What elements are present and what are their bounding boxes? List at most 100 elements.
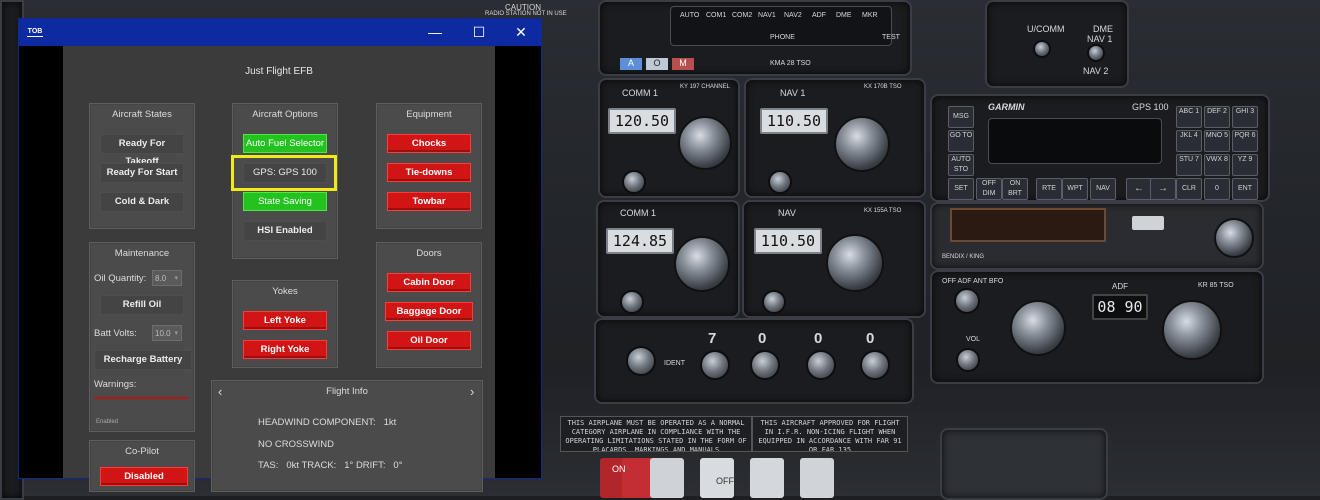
gps-key-ghi3[interactable]: GHI 3 [1232,106,1258,128]
audio-panel: A O M KMA 28 TSO PHONE TEST AUTO COM1 CO… [598,0,912,76]
maximize-button[interactable]: ☐ [457,19,501,46]
chocks-button[interactable]: Chocks [387,134,471,153]
kr-label: KR 85 TSO [1198,282,1234,289]
gps-key-msg[interactable]: MSG [948,106,974,128]
ready-for-start-button[interactable]: Ready For Start [100,163,184,183]
state-saving-toggle[interactable]: State Saving [243,192,327,211]
comm1-tuning-knob[interactable] [678,116,732,170]
gps-key-goto[interactable]: GO TO [948,130,974,152]
gps-key-nav[interactable]: NAV [1090,178,1116,200]
cabin-door-button[interactable]: Cabin Door [387,273,471,292]
auto-fuel-selector-toggle[interactable]: Auto Fuel Selector [243,134,327,153]
audio-key-nav1[interactable]: NAV1 [758,12,776,19]
yokes-group: Yokes Left Yoke Right Yoke [232,280,338,368]
aircraft-states-title: Aircraft States [112,109,172,120]
warnings-status-small: Enabled [96,419,119,425]
right-yoke-button[interactable]: Right Yoke [243,340,327,359]
adf-right-tuning-knob[interactable] [1162,300,1222,360]
audio-model: KMA 28 TSO [770,60,811,67]
gps-key-off-dim[interactable]: OFF DIM [976,178,1002,200]
white-switch-4[interactable] [800,458,834,498]
close-button[interactable]: ✕ [499,19,543,46]
gps-key-mno5[interactable]: MNO 5 [1204,130,1230,152]
minimize-button[interactable]: — [413,19,457,46]
hsi-enabled-toggle[interactable]: HSI Enabled [243,221,327,241]
audio-key-adf[interactable]: ADF [812,12,826,19]
nav2-tuning-knob[interactable] [826,234,884,292]
gps-key-stu7[interactable]: STU 7 [1176,154,1202,176]
white-switch-1[interactable] [650,458,684,498]
recharge-battery-button[interactable]: Recharge Battery [94,350,192,370]
audio-key-mkr[interactable]: MKR [862,12,878,19]
audio-key-dme[interactable]: DME [836,12,852,19]
kx-label: KX 170B TSO [864,84,902,90]
adf-volume-knob[interactable] [956,348,980,372]
flight-info-prev-arrow[interactable]: ‹ [218,384,222,399]
gps-key-vwx8[interactable]: VWX 8 [1204,154,1230,176]
batt-volts-value: 10.0 [155,329,171,338]
comm2-tuning-knob[interactable] [674,236,730,292]
comm1-volume-knob[interactable] [622,170,646,194]
adf-label: ADF [1112,282,1128,291]
dme-selector-knob[interactable] [1087,44,1105,62]
copilot-disabled-button[interactable]: Disabled [100,467,188,486]
gps-key-yz9[interactable]: YZ 9 [1232,154,1258,176]
towbar-button[interactable]: Towbar [387,192,471,211]
batt-volts-select[interactable]: 10.0 ▾ [152,325,182,341]
nav1-volume-knob[interactable] [768,170,792,194]
audio-key-com1[interactable]: COM1 [706,12,726,19]
refill-oil-button[interactable]: Refill Oil [100,295,184,315]
gps-key-clr[interactable]: CLR [1176,178,1202,200]
gps-key-set[interactable]: SET [948,178,974,200]
tie-downs-button[interactable]: Tie-downs [387,163,471,182]
squawk-knob-2[interactable] [750,350,780,380]
squawk-knob-1[interactable] [700,350,730,380]
white-switch-3[interactable] [750,458,784,498]
gps-key-right-arrow[interactable]: → [1150,178,1176,200]
oil-door-button[interactable]: Oil Door [387,331,471,350]
dme-rotary-knob[interactable] [1214,218,1254,258]
oil-quantity-select[interactable]: 8.0 ▾ [152,270,182,286]
baggage-door-button[interactable]: Baggage Door [385,302,473,321]
ucomm-label: U/COMM [1027,24,1065,34]
crosswind-status: NO CROSSWIND [258,439,334,450]
squawk-knob-4[interactable] [860,350,890,380]
audio-key-auto[interactable]: AUTO [680,12,699,19]
gps-key-left-arrow[interactable]: ← [1126,178,1152,200]
tas-track-drift: TAS: 0kt TRACK: 1° DRIFT: 0° [258,460,403,471]
garmin-brand: GARMIN [988,102,1025,112]
gps-key-jkl4[interactable]: JKL 4 [1176,130,1202,152]
gps-key-auto-sto[interactable]: AUTO STO [948,154,974,176]
audio-key-nav2[interactable]: NAV2 [784,12,802,19]
nav1-tuning-knob[interactable] [834,116,890,172]
gps-key-def2[interactable]: DEF 2 [1204,106,1230,128]
doors-group: Doors Cabin Door Baggage Door Oil Door [376,242,482,368]
adf-mode-knob[interactable] [954,288,980,314]
adf-left-tuning-knob[interactable] [1010,300,1066,356]
flight-info-next-arrow[interactable]: › [470,384,474,399]
gps-key-on-brt[interactable]: ON BRT [1002,178,1028,200]
efb-window: TOB — ☐ ✕ Just Flight EFB Aircraft State… [19,19,541,492]
adf-frequency: 08 90 [1092,294,1148,320]
gps-key-rte[interactable]: RTE [1036,178,1062,200]
gps-key-abc1[interactable]: ABC 1 [1176,106,1202,128]
gps-100-unit: GARMIN GPS 100 MSG GO TO AUTO STO SET OF… [930,94,1270,202]
squawk-knob-3[interactable] [806,350,836,380]
equipment-group: Equipment Chocks Tie-downs Towbar [376,103,482,229]
ucomm-knob[interactable] [1033,40,1051,58]
gps-key-ent[interactable]: ENT [1232,178,1258,200]
transponder-mode-knob[interactable] [626,346,656,376]
app-icon: TOB [27,28,43,37]
nav1-frequency: 110.50 [760,108,828,134]
gps-key-wpt[interactable]: WPT [1062,178,1088,200]
dme-selector-slider[interactable] [1132,216,1164,230]
ready-for-takeoff-button[interactable]: Ready For Takeoff [100,134,184,167]
cold-and-dark-button[interactable]: Cold & Dark [100,192,184,212]
audio-key-com2[interactable]: COM2 [732,12,752,19]
window-titlebar[interactable]: TOB — ☐ ✕ [19,19,541,46]
comm2-volume-knob[interactable] [620,290,644,314]
gps-key-pqr6[interactable]: PQR 6 [1232,130,1258,152]
left-yoke-button[interactable]: Left Yoke [243,311,327,330]
nav2-volume-knob[interactable] [762,290,786,314]
gps-key-0[interactable]: 0 [1204,178,1230,200]
